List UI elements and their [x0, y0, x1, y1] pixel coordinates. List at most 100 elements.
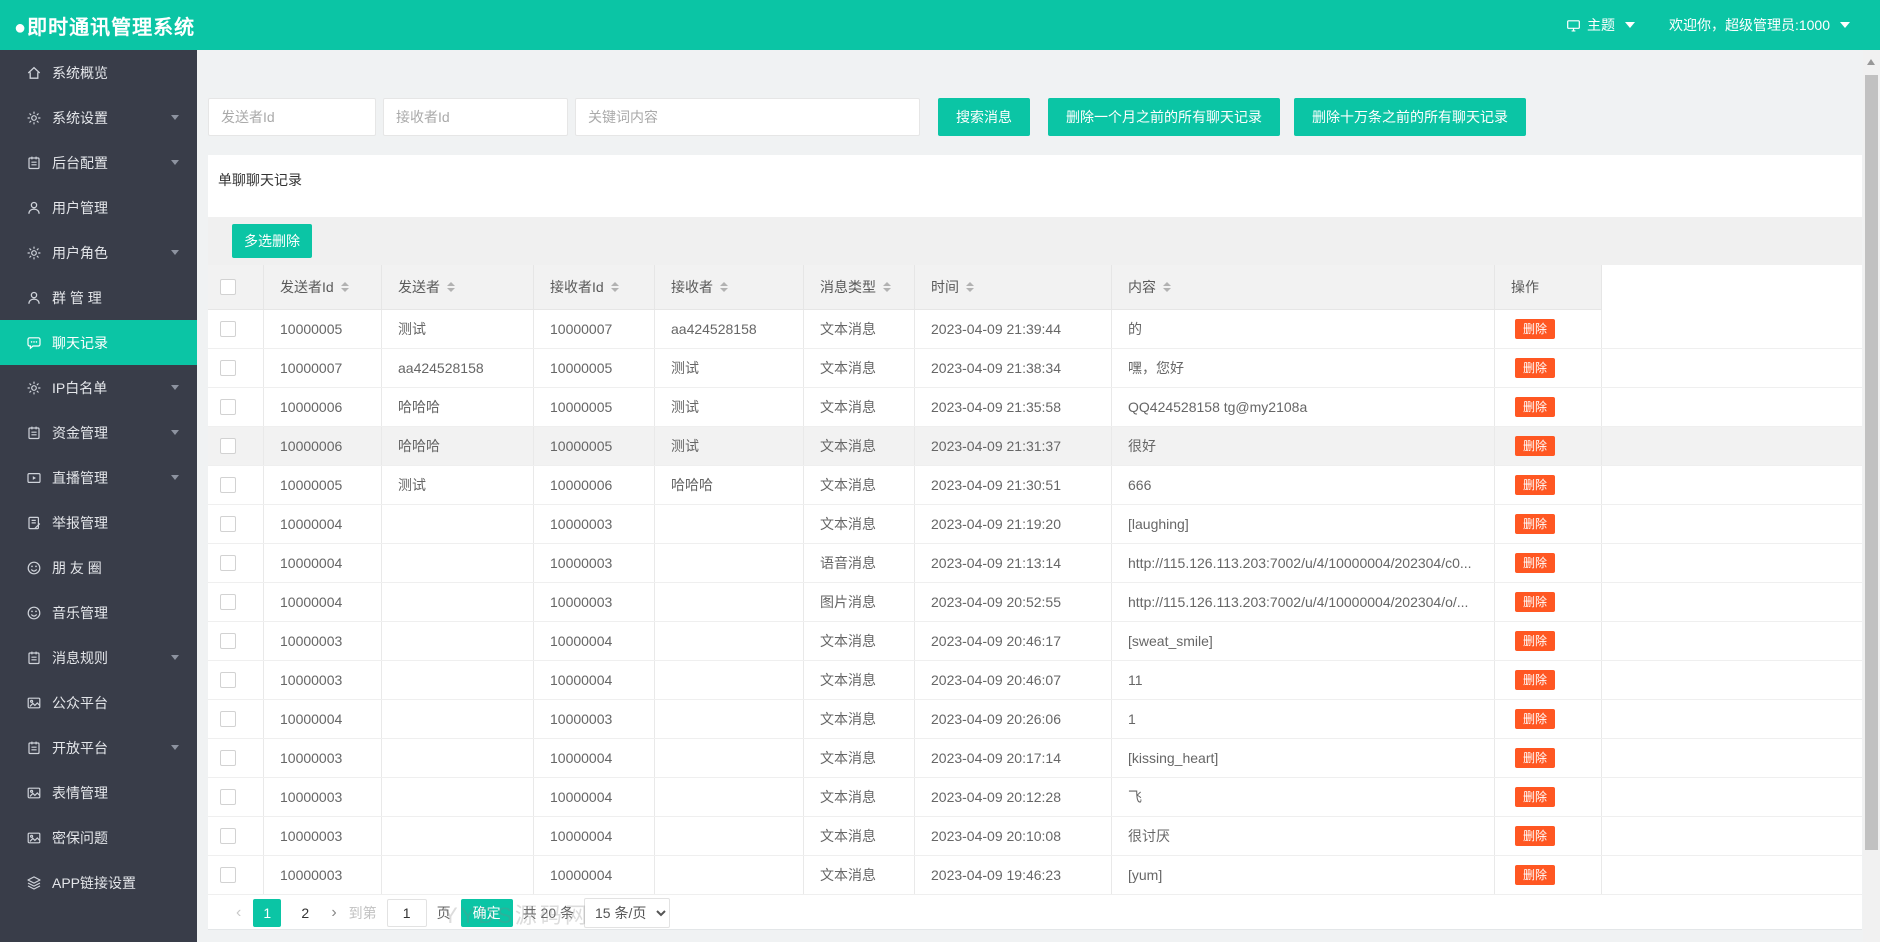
next-page-button[interactable]: › — [329, 904, 338, 922]
column-header-4[interactable]: 接收者 — [655, 265, 804, 309]
delete-row-button[interactable]: 删除 — [1515, 748, 1555, 768]
sidebar-item-19[interactable]: APP链接设置 — [0, 860, 197, 905]
page-button-2[interactable]: 2 — [291, 899, 319, 927]
sidebar-item-1[interactable]: 系统概览 — [0, 50, 197, 95]
delete-100k-old-button[interactable]: 删除十万条之前的所有聊天记录 — [1294, 98, 1526, 136]
sidebar-item-12[interactable]: 朋 友 圈 — [0, 545, 197, 590]
sidebar-item-4[interactable]: 用户管理 — [0, 185, 197, 230]
row-checkbox[interactable] — [220, 828, 236, 844]
goto-page-input[interactable] — [387, 899, 427, 927]
delete-row-button[interactable]: 删除 — [1515, 358, 1555, 378]
sidebar-item-5[interactable]: 用户角色 — [0, 230, 197, 275]
row-checkbox[interactable] — [220, 711, 236, 727]
delete-row-button[interactable]: 删除 — [1515, 553, 1555, 573]
cell-actions: 删除 — [1495, 466, 1602, 504]
row-checkbox[interactable] — [220, 438, 236, 454]
sidebar-item-15[interactable]: 公众平台 — [0, 680, 197, 725]
receiver-id-input[interactable] — [383, 98, 568, 136]
cell-sender-id: 10000003 — [264, 817, 382, 855]
row-checkbox[interactable] — [220, 360, 236, 376]
delete-row-button[interactable]: 删除 — [1515, 436, 1555, 456]
sidebar-item-9[interactable]: 资金管理 — [0, 410, 197, 455]
scroll-up-icon[interactable] — [1867, 59, 1875, 65]
delete-row-button[interactable]: 删除 — [1515, 670, 1555, 690]
column-header-6[interactable]: 时间 — [915, 265, 1112, 309]
sidebar-item-11[interactable]: 举报管理 — [0, 500, 197, 545]
search-messages-button[interactable]: 搜索消息 — [938, 98, 1030, 136]
sidebar-item-18[interactable]: 密保问题 — [0, 815, 197, 860]
sidebar-item-6[interactable]: 群 管 理 — [0, 275, 197, 320]
delete-row-button[interactable]: 删除 — [1515, 592, 1555, 612]
cell-sender-id: 10000006 — [264, 427, 382, 465]
sidebar-item-label: 开放平台 — [52, 738, 108, 758]
column-header-2[interactable]: 发送者 — [382, 265, 534, 309]
sort-icon[interactable] — [611, 282, 619, 292]
row-checkbox[interactable] — [220, 555, 236, 571]
cell-actions: 删除 — [1495, 622, 1602, 660]
delete-row-button[interactable]: 删除 — [1515, 319, 1555, 339]
delete-row-button[interactable]: 删除 — [1515, 787, 1555, 807]
sidebar-item-3[interactable]: 后台配置 — [0, 140, 197, 185]
chevron-down-icon — [171, 430, 179, 435]
row-checkbox[interactable] — [220, 321, 236, 337]
sidebar-item-16[interactable]: 开放平台 — [0, 725, 197, 770]
delete-row-button[interactable]: 删除 — [1515, 475, 1555, 495]
column-header-1[interactable]: 发送者Id — [264, 265, 382, 309]
multi-delete-button[interactable]: 多选删除 — [232, 224, 312, 258]
column-header-5[interactable]: 消息类型 — [804, 265, 915, 309]
cell-receiver-id: 10000004 — [534, 622, 655, 660]
keyword-input[interactable] — [575, 98, 920, 136]
cell-receiver — [655, 505, 804, 543]
sort-icon[interactable] — [883, 282, 891, 292]
prev-page-button[interactable]: ‹ — [234, 904, 243, 922]
sidebar-item-10[interactable]: 直播管理 — [0, 455, 197, 500]
row-checkbox[interactable] — [220, 672, 236, 688]
row-checkbox[interactable] — [220, 399, 236, 415]
theme-dropdown[interactable]: 主题 — [1566, 15, 1635, 35]
goto-confirm-button[interactable]: 确定 — [461, 899, 513, 927]
sidebar-item-13[interactable]: 音乐管理 — [0, 590, 197, 635]
row-checkbox[interactable] — [220, 867, 236, 883]
delete-row-button[interactable]: 删除 — [1515, 631, 1555, 651]
cell-actions: 删除 — [1495, 388, 1602, 426]
row-checkbox[interactable] — [220, 633, 236, 649]
cell-receiver — [655, 583, 804, 621]
sidebar-item-8[interactable]: IP白名单 — [0, 365, 197, 410]
chevron-down-icon — [171, 655, 179, 660]
sidebar-item-14[interactable]: 消息规则 — [0, 635, 197, 680]
sort-icon[interactable] — [720, 282, 728, 292]
delete-row-button[interactable]: 删除 — [1515, 397, 1555, 417]
main-content: 搜索消息 删除一个月之前的所有聊天记录 删除十万条之前的所有聊天记录 单聊聊天记… — [197, 50, 1863, 942]
sidebar-item-17[interactable]: 表情管理 — [0, 770, 197, 815]
delete-row-button[interactable]: 删除 — [1515, 865, 1555, 885]
sort-icon[interactable] — [1163, 282, 1171, 292]
page-size-select[interactable]: 15 条/页 — [584, 898, 670, 928]
user-dropdown[interactable]: 欢迎你，超级管理员:1000 — [1669, 15, 1850, 35]
delete-month-old-button[interactable]: 删除一个月之前的所有聊天记录 — [1048, 98, 1280, 136]
select-all-checkbox[interactable] — [220, 279, 236, 295]
sort-icon[interactable] — [341, 282, 349, 292]
sidebar-item-2[interactable]: 系统设置 — [0, 95, 197, 140]
column-header-7[interactable]: 内容 — [1112, 265, 1495, 309]
cell-type: 文本消息 — [804, 700, 915, 738]
sidebar-item-7[interactable]: 聊天记录 — [0, 320, 197, 365]
cell-receiver — [655, 817, 804, 855]
sort-icon[interactable] — [966, 282, 974, 292]
delete-row-button[interactable]: 删除 — [1515, 709, 1555, 729]
page-button-1[interactable]: 1 — [253, 899, 281, 927]
sender-id-input[interactable] — [208, 98, 376, 136]
row-checkbox[interactable] — [220, 516, 236, 532]
row-checkbox[interactable] — [220, 750, 236, 766]
sort-icon[interactable] — [447, 282, 455, 292]
column-header-3[interactable]: 接收者Id — [534, 265, 655, 309]
row-checkbox-cell — [208, 817, 264, 855]
row-checkbox[interactable] — [220, 789, 236, 805]
notebook-icon — [26, 650, 42, 666]
table-row-15: 1000000310000004文本消息2023-04-09 19:46:23[… — [208, 856, 1862, 895]
cell-sender: 测试 — [382, 310, 534, 348]
row-checkbox[interactable] — [220, 594, 236, 610]
row-checkbox[interactable] — [220, 477, 236, 493]
delete-row-button[interactable]: 删除 — [1515, 514, 1555, 534]
scrollbar-thumb[interactable] — [1865, 75, 1878, 850]
delete-row-button[interactable]: 删除 — [1515, 826, 1555, 846]
